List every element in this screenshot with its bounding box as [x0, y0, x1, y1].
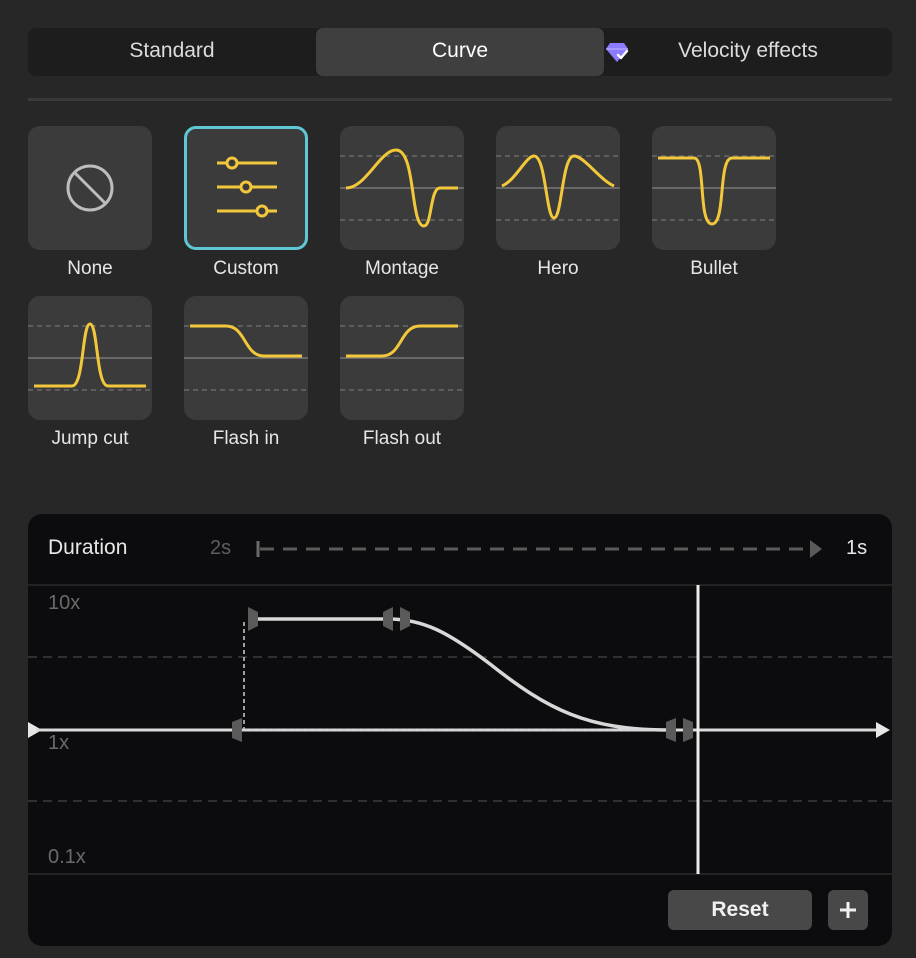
add-point-button[interactable]	[828, 890, 868, 930]
preset-none[interactable]	[28, 126, 152, 250]
plus-icon	[840, 902, 856, 918]
preset-montage[interactable]	[340, 126, 464, 250]
preset-jump-cut[interactable]	[28, 296, 152, 420]
y-axis-label-mid: 1x	[48, 732, 70, 754]
speed-curve-graph[interactable]	[28, 514, 892, 946]
sliders-icon	[217, 156, 277, 218]
timeline-axis	[28, 722, 890, 738]
ban-icon	[66, 164, 114, 212]
tab-curve[interactable]: Curve	[316, 28, 629, 76]
preset-flash-out-label: Flash out	[362, 428, 442, 449]
curve-control-point[interactable]	[232, 718, 242, 742]
speed-mode-tabs: Standard Curve Velocity effects	[28, 28, 892, 76]
curve-hero-icon	[496, 154, 620, 221]
preset-custom[interactable]	[184, 126, 308, 250]
preset-jump-cut-label: Jump cut	[51, 428, 129, 449]
curve-control-point[interactable]	[248, 607, 258, 631]
y-axis-label-top: 10x	[48, 592, 81, 614]
preset-bullet[interactable]	[652, 126, 776, 250]
tab-standard[interactable]: Standard	[28, 28, 316, 76]
section-divider	[28, 98, 892, 101]
curve-bullet-icon	[652, 155, 776, 226]
tab-velocity-effects[interactable]: Velocity effects	[604, 28, 892, 76]
preset-bullet-label: Bullet	[690, 258, 738, 279]
preset-montage-label: Montage	[365, 258, 439, 279]
duration-slider[interactable]	[256, 540, 822, 558]
curve-montage-icon	[340, 148, 464, 228]
preset-hero[interactable]	[496, 126, 620, 250]
curve-jump-cut-icon	[28, 322, 152, 391]
reset-button[interactable]: Reset	[668, 890, 812, 930]
curve-flash-out-icon	[340, 324, 464, 391]
preset-flash-in[interactable]	[184, 296, 308, 420]
preset-custom-label: Custom	[213, 258, 279, 279]
speed-curve[interactable]	[254, 617, 669, 732]
preset-flash-in-label: Flash in	[212, 428, 280, 449]
preset-none-label: None	[67, 258, 113, 279]
y-axis-label-bottom: 0.1x	[48, 846, 86, 868]
tab-curve-label: Curve	[431, 39, 489, 62]
preset-hero-label: Hero	[537, 258, 579, 279]
curve-editor-panel: Duration 2s 1s 10x 1x 0.1x Reset	[28, 514, 892, 946]
preset-flash-out[interactable]	[340, 296, 464, 420]
curve-flash-in-icon	[184, 324, 308, 391]
